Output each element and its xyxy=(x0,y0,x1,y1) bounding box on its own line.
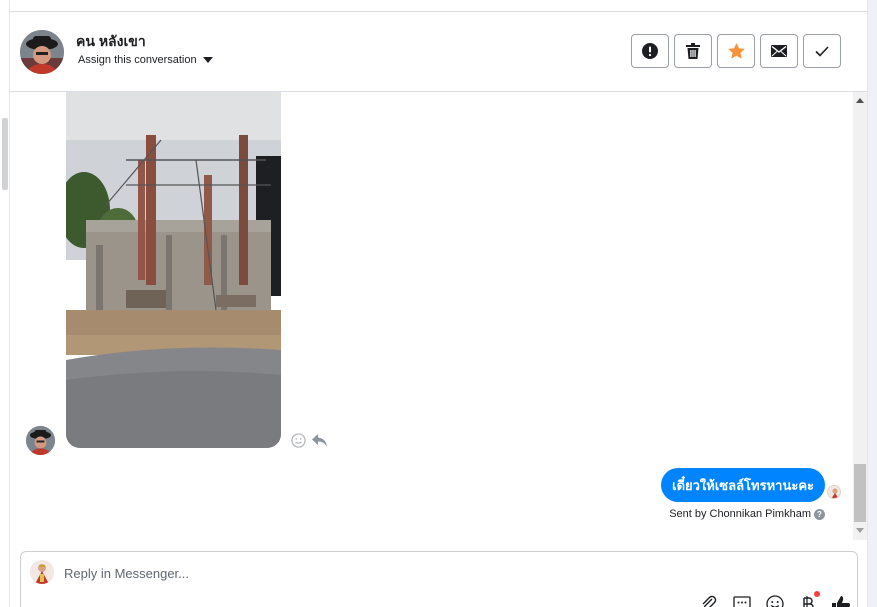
mark-done-button[interactable] xyxy=(803,34,841,68)
caret-down-icon xyxy=(202,57,213,63)
star-button[interactable] xyxy=(717,34,755,68)
scroll-down-arrow-icon[interactable] xyxy=(856,528,864,533)
star-icon xyxy=(727,43,745,59)
payment-button[interactable] xyxy=(798,591,820,607)
conversation-actions xyxy=(631,34,841,68)
saved-reply-icon xyxy=(733,595,751,607)
help-icon[interactable]: ? xyxy=(814,508,825,520)
composer-tools xyxy=(699,591,851,607)
baht-payment-icon xyxy=(803,596,814,607)
delete-button[interactable] xyxy=(674,34,712,68)
left-panel-edge xyxy=(0,0,10,607)
mark-unread-button[interactable] xyxy=(760,34,798,68)
attach-button[interactable] xyxy=(699,594,719,607)
reply-composer xyxy=(20,551,858,607)
assign-conversation-dropdown[interactable]: Assign this conversation xyxy=(78,54,213,66)
saved-replies-button[interactable] xyxy=(732,594,752,607)
contact-name[interactable]: คน หลังเขา xyxy=(76,31,146,53)
incoming-photo[interactable] xyxy=(66,92,281,448)
outgoing-message-bubble[interactable]: เดี๋ยวให้เซลล์โทรหานะคะ xyxy=(661,468,825,502)
scroll-up-arrow-icon[interactable] xyxy=(856,98,864,103)
thumbs-up-icon xyxy=(832,595,850,607)
notification-dot xyxy=(814,591,820,597)
emoji-button[interactable] xyxy=(765,594,785,607)
left-scrollbar-thumb[interactable] xyxy=(2,118,8,190)
contact-avatar[interactable] xyxy=(20,30,64,74)
exclamation-circle-icon xyxy=(642,43,658,59)
mark-spam-button[interactable] xyxy=(631,34,669,68)
message-tools xyxy=(291,433,328,448)
thread-scrollbar[interactable] xyxy=(853,92,867,540)
smiley-icon[interactable] xyxy=(291,433,306,448)
reply-arrow-icon[interactable] xyxy=(312,433,328,448)
page-avatar xyxy=(30,560,54,584)
sent-by-name: Chonnikan Pimkham xyxy=(709,508,812,520)
assign-label: Assign this conversation xyxy=(78,54,197,66)
paperclip-icon xyxy=(702,595,717,607)
like-button[interactable] xyxy=(831,594,851,607)
conversation-header: คน หลังเขา Assign this conversation xyxy=(10,12,867,92)
message-thread[interactable]: เดี๋ยวให้เซลล์โทรหานะคะ Sent by Chonnika… xyxy=(10,92,853,540)
emoji-icon xyxy=(766,595,784,607)
seen-indicator-avatar xyxy=(827,485,841,499)
checkmark-icon xyxy=(815,45,829,57)
envelope-icon xyxy=(771,45,787,57)
reply-input[interactable] xyxy=(64,563,664,583)
sender-avatar[interactable] xyxy=(26,426,55,455)
right-panel-edge xyxy=(867,0,877,607)
scrollbar-thumb[interactable] xyxy=(854,464,866,522)
trash-icon xyxy=(686,43,700,59)
sent-by-prefix: Sent by xyxy=(669,508,707,520)
sent-by-line: Sent by Chonnikan Pimkham ? xyxy=(669,508,825,520)
